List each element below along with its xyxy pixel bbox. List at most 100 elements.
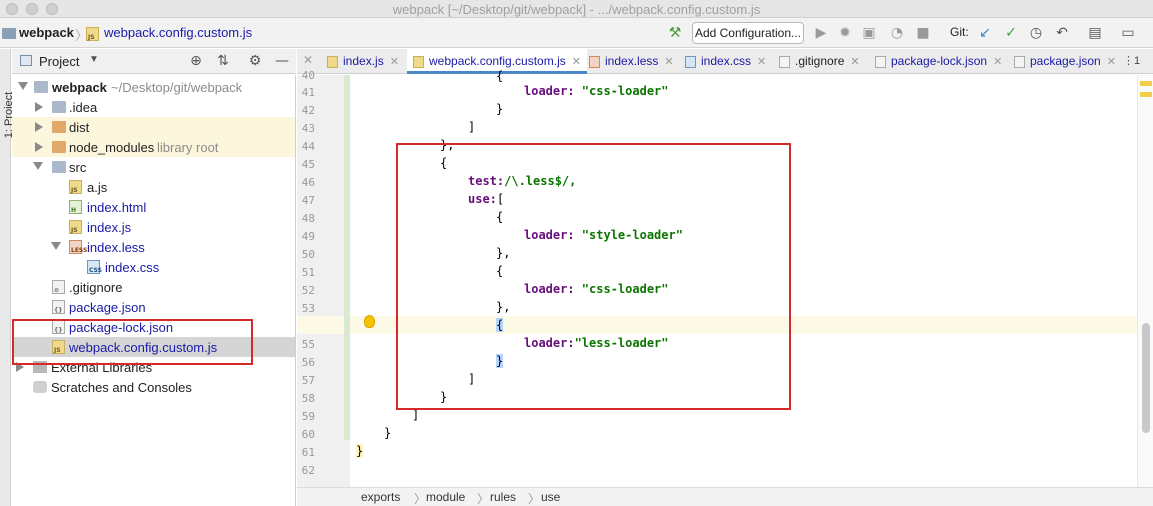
chevron-down-icon[interactable] bbox=[18, 82, 28, 90]
tree-item-node-modules[interactable]: node_modules library root bbox=[12, 137, 295, 157]
tab-index-css[interactable]: index.css ✕ bbox=[685, 49, 766, 74]
tree-item-label: package.json bbox=[69, 300, 146, 315]
tree-item-a-js[interactable]: JS a.js bbox=[12, 177, 295, 197]
navigation-toolbar: webpack 〉 JS webpack.config.custom.js ⚒ … bbox=[0, 18, 1153, 48]
breadcrumb-exports[interactable]: exports bbox=[361, 490, 400, 504]
chevron-right-icon[interactable] bbox=[35, 102, 43, 112]
line-number: 51 bbox=[301, 266, 315, 279]
line-number: 52 bbox=[301, 284, 315, 297]
nav-file-crumb[interactable]: webpack.config.custom.js bbox=[104, 25, 252, 40]
folder-icon bbox=[34, 81, 48, 93]
tree-item-gitignore[interactable]: ⊘ .gitignore bbox=[12, 277, 295, 297]
tree-item-package-json[interactable]: {} package.json bbox=[12, 297, 295, 317]
tab-label: webpack.config.custom.js bbox=[429, 54, 566, 68]
tree-item-src[interactable]: src bbox=[12, 157, 295, 177]
line-number: 43 bbox=[301, 122, 315, 135]
collapse-all-icon[interactable]: ⇅ bbox=[215, 53, 231, 69]
less-file-icon bbox=[589, 55, 600, 68]
chevron-right-icon[interactable] bbox=[35, 142, 43, 152]
tab-label: index.css bbox=[701, 54, 752, 68]
add-configuration-button[interactable]: Add Configuration... bbox=[692, 22, 804, 44]
html-file-icon: H bbox=[69, 200, 82, 214]
tree-item-dist[interactable]: dist bbox=[12, 117, 295, 137]
line-number: 42 bbox=[301, 104, 315, 117]
tree-item-index-html[interactable]: H index.html bbox=[12, 197, 295, 217]
tree-item-index-js[interactable]: JS index.js bbox=[12, 217, 295, 237]
code-breadcrumbs: exports 〉 module 〉 rules 〉 use bbox=[297, 487, 1153, 506]
close-tab-icon[interactable]: ✕ bbox=[664, 56, 673, 68]
line-number: 45 bbox=[301, 158, 315, 171]
tab-package-json[interactable]: package.json ✕ bbox=[1014, 49, 1116, 74]
close-tab-icon[interactable]: ✕ bbox=[757, 56, 766, 68]
line-number-gutter: 40 41 42 43 44 45 46 47 48 49 50 51 52 5… bbox=[297, 69, 350, 487]
profile-icon[interactable]: ◔ bbox=[889, 25, 905, 41]
close-tab-icon[interactable]: ✕ bbox=[993, 56, 1002, 68]
close-tab-icon[interactable]: ✕ bbox=[390, 56, 399, 68]
tree-item-index-css[interactable]: CSS index.css bbox=[12, 257, 295, 277]
breadcrumb-rules[interactable]: rules bbox=[490, 490, 516, 504]
tab-index-less[interactable]: index.less ✕ bbox=[589, 49, 674, 74]
line-number: 56 bbox=[301, 356, 315, 369]
project-tree: webpack ~/Desktop/git/webpack .idea dist… bbox=[12, 75, 296, 506]
breadcrumb-use[interactable]: use bbox=[541, 490, 560, 504]
warning-mark[interactable] bbox=[1140, 81, 1152, 86]
chevron-down-icon[interactable] bbox=[33, 162, 43, 170]
close-tab-icon[interactable]: ✕ bbox=[1107, 56, 1116, 68]
tab-index-js[interactable]: index.js ✕ bbox=[327, 49, 399, 74]
git-update-icon[interactable]: ↙ bbox=[977, 25, 993, 41]
tab-label: index.less bbox=[605, 54, 659, 68]
scrollbar-thumb[interactable] bbox=[1142, 323, 1150, 433]
close-tab-icon[interactable]: ✕ bbox=[850, 56, 859, 68]
gear-icon[interactable]: ⚙ bbox=[247, 53, 263, 69]
tree-item-label: index.less bbox=[87, 240, 145, 255]
code-key: loader: bbox=[524, 84, 582, 98]
more-tabs-button[interactable]: ⋮1 bbox=[1123, 49, 1140, 74]
tree-item-label: index.html bbox=[87, 200, 147, 215]
editor-tab-bar: ✕ index.js ✕ webpack.config.custom.js ✕ in… bbox=[297, 49, 1153, 74]
project-structure-icon[interactable]: ▤ bbox=[1087, 25, 1103, 41]
debug-icon[interactable]: ✹ bbox=[837, 25, 853, 41]
scroll-tabs-left-icon[interactable]: ✕ bbox=[303, 53, 313, 67]
code-line-43: ] bbox=[468, 120, 476, 134]
coverage-icon[interactable]: ▣ bbox=[861, 25, 877, 41]
tree-item-label: Scratches and Consoles bbox=[51, 380, 192, 395]
project-panel-title[interactable]: Project bbox=[39, 54, 79, 69]
line-number: 46 bbox=[301, 176, 315, 189]
annotation-box-files bbox=[12, 319, 253, 365]
build-hammer-icon[interactable]: ⚒ bbox=[667, 25, 683, 41]
locate-file-icon[interactable]: ⊕ bbox=[188, 53, 204, 69]
run-icon[interactable]: ▶ bbox=[813, 25, 829, 41]
line-number: 48 bbox=[301, 212, 315, 225]
tab-label: package-lock.json bbox=[891, 54, 988, 68]
excluded-folder-icon bbox=[52, 121, 66, 133]
chevron-down-icon[interactable] bbox=[51, 242, 61, 250]
tree-item-webpack[interactable]: webpack ~/Desktop/git/webpack bbox=[12, 77, 295, 97]
tree-item-note: library root bbox=[157, 140, 219, 155]
library-folder-icon bbox=[52, 141, 66, 153]
editor-scrollbar[interactable] bbox=[1137, 75, 1153, 487]
tab-gitignore[interactable]: .gitignore ✕ bbox=[779, 49, 860, 74]
code-line-41: loader: "css-loader" bbox=[524, 84, 669, 98]
terminal-icon[interactable]: ▭ bbox=[1120, 25, 1136, 41]
breadcrumb-module[interactable]: module bbox=[426, 490, 465, 504]
git-commit-icon[interactable]: ✓ bbox=[1003, 25, 1019, 41]
intention-bulb-icon[interactable] bbox=[364, 315, 375, 328]
tab-label: .gitignore bbox=[795, 54, 845, 68]
json-file-icon bbox=[1014, 55, 1025, 68]
tab-package-lock-json[interactable]: package-lock.json ✕ bbox=[875, 49, 1002, 74]
stop-icon[interactable]: ■ bbox=[915, 25, 931, 41]
chevron-down-icon[interactable]: ▼ bbox=[89, 54, 99, 65]
tree-item-index-less[interactable]: LESS index.less bbox=[12, 237, 295, 257]
line-number: 58 bbox=[301, 392, 315, 405]
hide-panel-icon[interactable]: — bbox=[274, 53, 290, 69]
chevron-right-icon[interactable] bbox=[35, 122, 43, 132]
project-view-icon bbox=[20, 55, 32, 66]
git-rollback-icon[interactable]: ↶ bbox=[1054, 25, 1070, 41]
line-number: 49 bbox=[301, 230, 315, 243]
nav-project-crumb[interactable]: webpack bbox=[19, 25, 74, 40]
warning-mark[interactable] bbox=[1140, 92, 1152, 97]
tree-item-idea[interactable]: .idea bbox=[12, 97, 295, 117]
tree-item-scratches[interactable]: Scratches and Consoles bbox=[12, 377, 295, 397]
close-tab-icon[interactable]: ✕ bbox=[572, 56, 581, 68]
git-history-icon[interactable]: ◷ bbox=[1028, 25, 1044, 41]
